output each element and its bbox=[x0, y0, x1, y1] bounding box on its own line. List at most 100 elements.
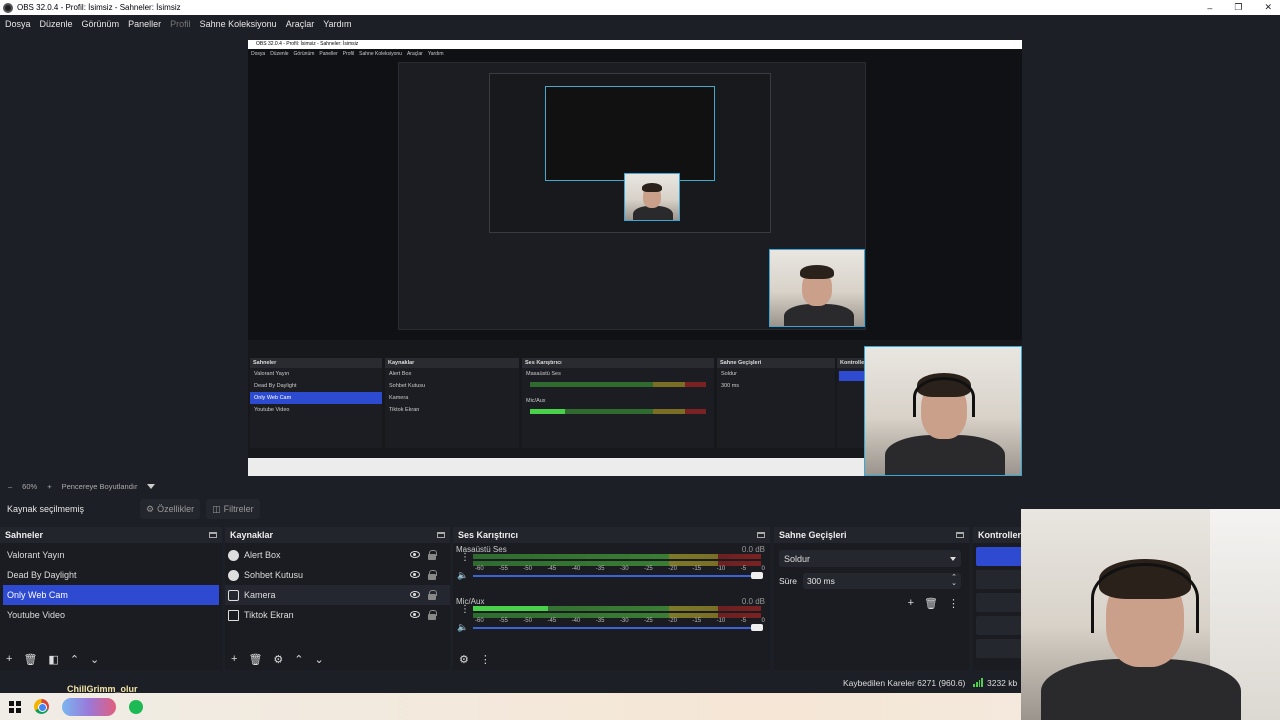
zoom-level: 60% bbox=[22, 481, 38, 491]
visibility-eye-icon[interactable] bbox=[410, 591, 420, 598]
nested-sources-dock: Kaynaklar Alert Box Sohbet Kutusu Kamera… bbox=[385, 358, 519, 448]
windows-start-icon[interactable] bbox=[9, 700, 21, 713]
advanced-audio-icon[interactable]: ⚙ bbox=[459, 653, 469, 666]
mixer-menu-icon[interactable]: ⋮ bbox=[480, 653, 491, 666]
channel-menu-icon[interactable]: ⋮ bbox=[460, 553, 470, 563]
properties-button[interactable]: ⚙ Özellikler bbox=[140, 499, 201, 519]
undock-icon[interactable] bbox=[437, 532, 445, 538]
spinner-icon[interactable]: ⌃ ⌄ bbox=[951, 574, 957, 587]
scene-filters-icon[interactable]: ◧ bbox=[48, 653, 58, 666]
add-scene-icon[interactable]: + bbox=[6, 653, 12, 665]
menu-profile[interactable]: Profil bbox=[170, 19, 191, 29]
transition-menu-icon[interactable]: ⋮ bbox=[948, 597, 959, 610]
visibility-eye-icon[interactable] bbox=[410, 571, 420, 578]
window-controls: – ❐ ✕ bbox=[1207, 0, 1272, 15]
nested-source-item: Tiktok Ekran bbox=[389, 407, 420, 413]
scene-item-dead-by-daylight[interactable]: Dead By Daylight bbox=[0, 565, 222, 585]
close-button[interactable]: ✕ bbox=[1264, 2, 1272, 13]
scene-item-only-web-cam[interactable]: Only Web Cam bbox=[3, 585, 219, 605]
source-label: Sohbet Kutusu bbox=[244, 570, 304, 580]
remove-scene-icon[interactable]: 🗑 bbox=[23, 653, 37, 666]
menu-view[interactable]: Görünüm bbox=[82, 19, 120, 29]
menu-bar: Dosya Düzenle Görünüm Paneller Profil Sa… bbox=[0, 15, 1280, 32]
move-down-icon[interactable]: ⌄ bbox=[90, 653, 99, 666]
menu-tools[interactable]: Araçlar bbox=[286, 19, 315, 29]
nested-mixer-dock: Ses Karıştırıcı Masaüstü Ses Mic/Aux bbox=[522, 358, 714, 448]
move-up-icon[interactable]: ⌃ bbox=[70, 653, 79, 666]
nested-scenes-title: Sahneler bbox=[250, 358, 382, 368]
filters-button[interactable]: ◫ Filtreler bbox=[206, 499, 260, 519]
zoom-in-button[interactable]: + bbox=[47, 482, 51, 491]
browser-icon bbox=[228, 549, 239, 561]
menu-docks[interactable]: Paneller bbox=[128, 19, 161, 29]
meter-scale: -60 -55 -50 -45 -40 -35 -30 -25 -20 -15 -10 -5 0 bbox=[475, 618, 765, 624]
undock-icon[interactable] bbox=[956, 532, 964, 538]
lock-icon[interactable] bbox=[428, 610, 437, 620]
preview-canvas[interactable]: OBS 32.0.4 - Profil: İsimsiz - Sahneler:… bbox=[248, 40, 1022, 476]
scenes-title: Sahneler bbox=[5, 530, 44, 540]
menu-file[interactable]: Dosya bbox=[5, 19, 31, 29]
remove-source-icon[interactable]: 🗑 bbox=[248, 653, 262, 666]
scene-item-valorant[interactable]: Valorant Yayın bbox=[0, 545, 222, 565]
duration-row: Süre 300 ms ⌃ ⌄ bbox=[779, 573, 961, 589]
undock-icon[interactable] bbox=[757, 532, 765, 538]
move-up-icon[interactable]: ⌃ bbox=[294, 653, 303, 666]
volume-slider[interactable] bbox=[473, 624, 763, 631]
visibility-eye-icon[interactable] bbox=[410, 611, 420, 618]
nested-source-item: Kamera bbox=[389, 395, 409, 401]
source-label: Tiktok Ekran bbox=[244, 610, 294, 620]
source-list: Alert Box Sohbet Kutusu Kamera Tiktok Ek… bbox=[225, 543, 450, 625]
filter-icon: ◫ bbox=[212, 503, 221, 514]
transitions-title: Sahne Geçişleri bbox=[779, 530, 847, 540]
nested-menu-help: Yardım bbox=[427, 51, 444, 57]
visibility-eye-icon[interactable] bbox=[410, 551, 420, 558]
menu-scene-collection[interactable]: Sahne Koleksiyonu bbox=[200, 19, 277, 29]
chrome-icon[interactable] bbox=[34, 699, 49, 714]
source-item-sohbet-kutusu[interactable]: Sohbet Kutusu bbox=[225, 565, 450, 585]
volume-slider-handle[interactable] bbox=[751, 572, 763, 579]
undock-icon[interactable] bbox=[209, 532, 217, 538]
source-label: Alert Box bbox=[244, 550, 281, 560]
transition-select[interactable]: Soldur bbox=[779, 550, 961, 567]
nested-source-item: Sohbet Kutusu bbox=[389, 383, 426, 389]
nested-window-titlebar: OBS 32.0.4 - Profil: İsimsiz - Sahneler:… bbox=[248, 40, 1022, 49]
obs-logo-icon bbox=[3, 2, 13, 13]
lock-icon[interactable] bbox=[428, 590, 437, 600]
scene-item-youtube-video[interactable]: Youtube Video bbox=[0, 605, 222, 625]
lock-icon[interactable] bbox=[428, 550, 437, 560]
speaker-icon[interactable]: 🔈 bbox=[457, 622, 468, 633]
nested-webcam-medium bbox=[769, 249, 865, 327]
source-item-tiktok-ekran[interactable]: Tiktok Ekran bbox=[225, 605, 450, 625]
spotify-icon[interactable] bbox=[129, 699, 143, 714]
transitions-toolbar: + 🗑 ⋮ bbox=[908, 597, 959, 610]
menu-help[interactable]: Yardım bbox=[323, 19, 351, 29]
source-properties-icon[interactable]: ⚙ bbox=[273, 653, 283, 666]
source-item-kamera[interactable]: Kamera bbox=[225, 585, 450, 605]
add-transition-icon[interactable]: + bbox=[908, 597, 914, 610]
zoom-out-button[interactable]: – bbox=[8, 482, 12, 491]
remove-transition-icon[interactable]: 🗑 bbox=[924, 597, 938, 610]
nested-mixer-title: Ses Karıştırıcı bbox=[522, 358, 714, 368]
meter-scale: -60 -55 -50 -45 -40 -35 -30 -25 -20 -15 -10 -5 0 bbox=[475, 566, 765, 572]
fit-to-window-label[interactable]: Pencereye Boyutlandır bbox=[62, 482, 138, 491]
add-source-icon[interactable]: + bbox=[231, 653, 237, 665]
maximize-button[interactable]: ❐ bbox=[1234, 2, 1242, 13]
minimize-button[interactable]: – bbox=[1207, 3, 1212, 13]
move-down-icon[interactable]: ⌄ bbox=[315, 653, 324, 666]
channel-menu-icon[interactable]: ⋮ bbox=[460, 605, 470, 615]
volume-slider-handle[interactable] bbox=[751, 624, 763, 631]
menu-edit[interactable]: Düzenle bbox=[40, 19, 73, 29]
source-item-alert-box[interactable]: Alert Box bbox=[225, 545, 450, 565]
channel-db: 0.0 dB bbox=[741, 597, 765, 606]
duration-input[interactable]: 300 ms ⌃ ⌄ bbox=[802, 573, 961, 589]
scale-dropdown-icon[interactable] bbox=[147, 483, 156, 489]
pinned-app-icon[interactable] bbox=[62, 697, 116, 716]
mixer-toolbar: ⚙ ⋮ bbox=[453, 652, 491, 666]
sources-title: Kaynaklar bbox=[230, 530, 274, 540]
volume-slider[interactable] bbox=[473, 572, 763, 579]
preview-area: OBS 32.0.4 - Profil: İsimsiz - Sahneler:… bbox=[0, 32, 1280, 479]
lock-icon[interactable] bbox=[428, 570, 437, 580]
transition-selected: Soldur bbox=[784, 553, 811, 564]
speaker-icon[interactable]: 🔈 bbox=[457, 570, 468, 581]
level-meter bbox=[473, 554, 761, 566]
